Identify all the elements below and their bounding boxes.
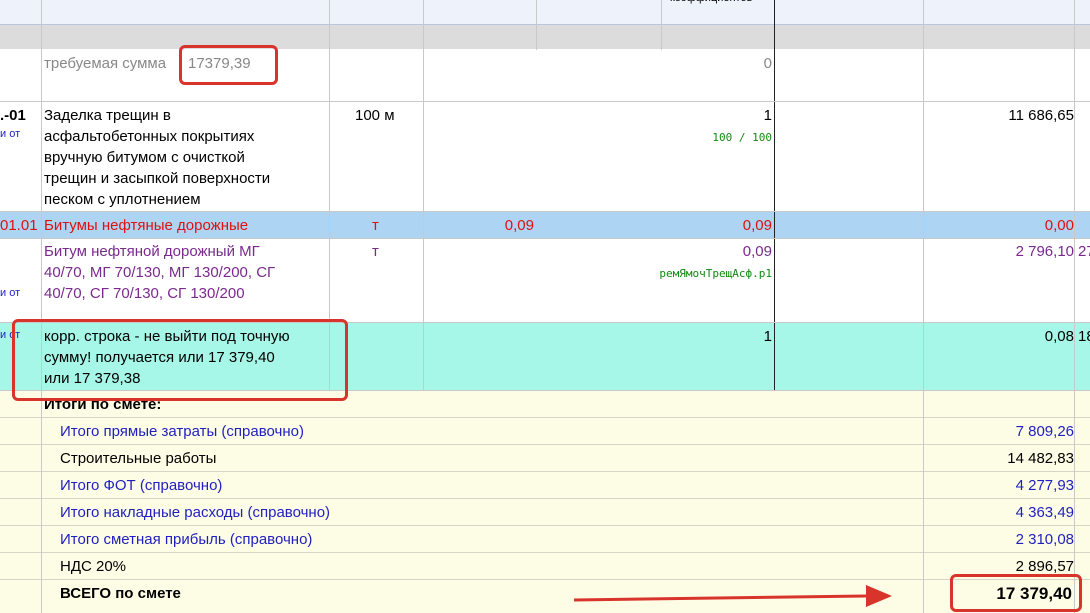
required-sum-label: требуемая сумма [44, 55, 167, 72]
resource-unit: т [372, 217, 379, 234]
material-name: Битум нефтяной дорожный МГ 40/70, МГ 70/… [44, 243, 276, 302]
highlight-correction [12, 319, 348, 401]
column-header-coefficients: коэффициентов [670, 0, 752, 9]
material-qty: 0,09 [742, 243, 772, 260]
item-unit: 100 м [355, 107, 395, 124]
material-amount-cut: 27 [1078, 243, 1090, 260]
item-coef: 100 / 100 [712, 131, 772, 144]
totals-row-label: Строительные работы [60, 450, 217, 467]
item-amount: 11 686,65 [1008, 107, 1074, 124]
totals-row[interactable]: Итого прямые затраты (справочно) 7 809,26 [0, 418, 1090, 444]
section-separator [0, 25, 1090, 49]
material-unit: т [372, 243, 379, 260]
totals-row-label: НДС 20% [60, 558, 127, 575]
grid-line [923, 0, 924, 613]
resource-qty: 0,09 [742, 217, 772, 234]
totals-row-value: 14 482,83 [1007, 450, 1074, 467]
grid-line [1074, 0, 1075, 613]
totals-row[interactable]: Итого ФОТ (справочно) 4 277,93 [0, 472, 1090, 498]
grid-line-bold [774, 0, 775, 391]
required-sum-row[interactable]: требуемая сумма 17379,39 0 [0, 50, 1090, 101]
corr-amount-cut: 18 [1078, 328, 1090, 345]
grid-line [41, 0, 42, 613]
resource-name: Битумы нефтяные дорожные [44, 217, 249, 234]
table-header: коэффициентов [0, 0, 1090, 25]
grid-line [423, 0, 424, 391]
totals-row-label: Итого ФОТ (справочно) [60, 477, 223, 494]
grand-total-row[interactable]: ВСЕГО по смете 17 379,40 [0, 580, 1090, 606]
grid-line [0, 101, 1090, 102]
totals-row[interactable]: Итого сметная прибыль (справочно) 2 310,0… [0, 526, 1090, 552]
arrow-icon [573, 585, 892, 607]
grid-line [661, 0, 662, 50]
highlight-required-sum [179, 45, 278, 85]
item-name: Заделка трещин в асфальтобетонных покрыт… [44, 107, 271, 208]
totals-row-value: 4 363,49 [1015, 504, 1074, 521]
resource-code: 01.01 [0, 217, 38, 234]
item-qty: 1 [763, 107, 772, 124]
totals-row-value: 7 809,26 [1015, 423, 1074, 440]
resource-norm: 0,09 [504, 217, 534, 234]
table-row-material[interactable]: и от Битум нефтяной дорожный МГ 40/70, М… [0, 239, 1090, 322]
grand-total-label: ВСЕГО по смете [60, 585, 181, 602]
table-row-resource[interactable]: 01.01 Битумы нефтяные дорожные т 0,09 0,… [0, 212, 1090, 238]
highlight-grand-total [950, 574, 1082, 612]
totals-row-value: 2 310,08 [1015, 531, 1074, 548]
totals-row-label: Итого сметная прибыль (справочно) [60, 531, 313, 548]
totals-row-label: Итого прямые затраты (справочно) [60, 423, 304, 440]
grid-line [0, 211, 1090, 212]
totals-row-label: Итого накладные расходы (справочно) [60, 504, 331, 521]
material-sub-link[interactable]: и от [0, 283, 20, 304]
grid-line [536, 0, 537, 50]
totals-row-value: 4 277,93 [1015, 477, 1074, 494]
material-coef: ремЯмочТрещАсф.р1 [659, 267, 772, 280]
grid-line [0, 238, 1090, 239]
totals-row[interactable]: Строительные работы 14 482,83 [0, 445, 1090, 471]
totals-row[interactable]: Итого накладные расходы (справочно) 4 363… [0, 499, 1090, 525]
corr-amount: 0,08 [1044, 328, 1074, 345]
totals-row[interactable]: НДС 20% 2 896,57 [0, 553, 1090, 579]
required-sum-qty: 0 [763, 55, 772, 72]
table-row-work-item[interactable]: .-01 и от Заделка трещин в асфальтобетон… [0, 102, 1090, 211]
item-code: .-01 [0, 107, 26, 124]
resource-amount: 0,00 [1044, 217, 1074, 234]
material-amount: 2 796,10 [1015, 243, 1074, 260]
corr-qty: 1 [763, 328, 772, 345]
item-sub-link[interactable]: и от [0, 124, 20, 145]
